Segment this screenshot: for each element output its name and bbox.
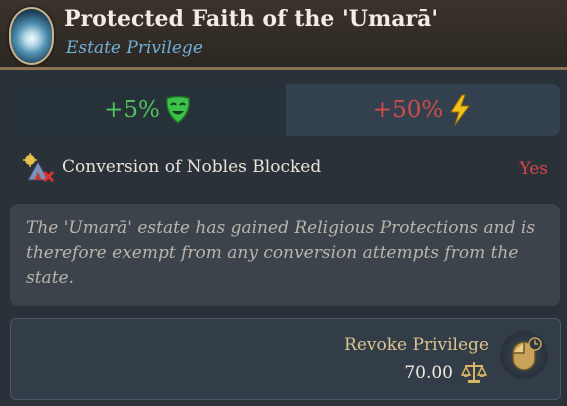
conversion-blocked-icon	[23, 152, 55, 183]
privilege-description: The 'Umarā' estate has gained Religious …	[10, 204, 560, 306]
effect-value: Yes	[519, 159, 548, 179]
loyalty-value: +5%	[104, 97, 160, 123]
estate-privilege-portrait-icon	[9, 7, 54, 65]
lightning-bolt-icon	[450, 94, 471, 126]
privilege-title: Protected Faith of the 'Umarā'	[64, 6, 439, 32]
mouse-click-icon	[512, 337, 542, 371]
revoke-privilege-button[interactable]: Revoke Privilege 70.00	[10, 318, 561, 400]
tooltip-header: Protected Faith of the 'Umarā' Estate Pr…	[0, 0, 567, 70]
influence-modifier: +50%	[286, 84, 560, 136]
effect-row: Conversion of Nobles Blocked Yes	[10, 150, 560, 188]
scales-icon	[461, 362, 487, 383]
happy-mask-icon	[165, 95, 190, 124]
loyalty-modifier: +5%	[10, 84, 286, 136]
privilege-type: Estate Privilege	[66, 38, 203, 58]
modifier-panel: +5% +50%	[10, 84, 560, 136]
mouse-click-button[interactable]	[500, 331, 548, 379]
influence-value: +50%	[372, 97, 444, 123]
effect-label: Conversion of Nobles Blocked	[62, 157, 322, 177]
revoke-label: Revoke Privilege	[344, 335, 489, 355]
revoke-cost: 70.00	[404, 363, 453, 383]
